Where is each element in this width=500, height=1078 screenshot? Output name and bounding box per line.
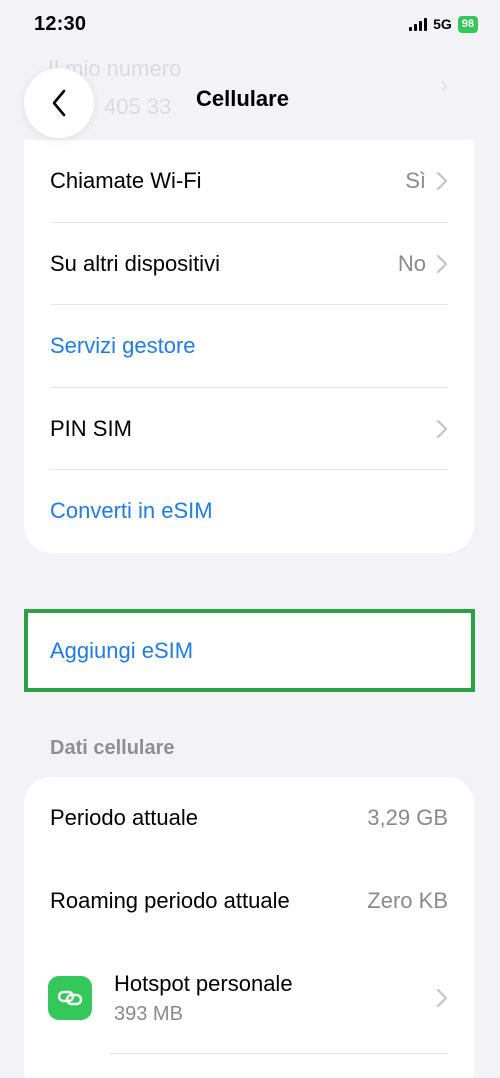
carrier-services-link[interactable]: Servizi gestore bbox=[50, 333, 448, 359]
cellular-signal-icon bbox=[409, 17, 428, 31]
ghost-chevron-icon: › bbox=[440, 72, 448, 97]
settings-group: Chiamate Wi-Fi Sì Su altri dispositivi N… bbox=[24, 140, 474, 553]
battery-level: 98 bbox=[461, 18, 474, 30]
page-title: Cellulare bbox=[196, 86, 289, 111]
row-convert-esim[interactable]: Converti in eSIM bbox=[24, 470, 474, 553]
row-sim-pin[interactable]: PIN SIM bbox=[24, 388, 474, 470]
row-other-devices[interactable]: Su altri dispositivi No bbox=[24, 223, 474, 305]
hotspot-text: Hotspot personale 393 MB bbox=[114, 971, 436, 1026]
row-current-period: Periodo attuale 3,29 GB bbox=[24, 777, 474, 860]
row-label: Roaming periodo attuale bbox=[50, 887, 290, 913]
row-value: 3,29 GB bbox=[367, 805, 448, 831]
hotspot-label: Hotspot personale bbox=[114, 970, 293, 996]
chevron-right-icon bbox=[436, 419, 448, 438]
row-label: Periodo attuale bbox=[50, 805, 198, 831]
status-bar: 12:30 5G 98 bbox=[0, 0, 500, 60]
chevron-right-icon bbox=[436, 172, 448, 191]
row-add-esim[interactable]: Aggiungi eSIM bbox=[24, 611, 474, 691]
row-personal-hotspot[interactable]: Hotspot personale 393 MB bbox=[24, 942, 474, 1054]
battery-icon: 98 bbox=[457, 15, 478, 33]
hotspot-icon bbox=[48, 976, 92, 1020]
row-label: PIN SIM bbox=[50, 415, 132, 441]
chevron-right-icon bbox=[436, 988, 448, 1008]
row-value: Sì bbox=[405, 168, 426, 194]
convert-esim-link[interactable]: Converti in eSIM bbox=[50, 498, 448, 524]
status-time: 12:30 bbox=[34, 12, 87, 35]
back-button[interactable] bbox=[24, 68, 94, 138]
row-label: Su altri dispositivi bbox=[50, 250, 220, 276]
hotspot-usage: 393 MB bbox=[114, 1002, 183, 1025]
add-esim-link[interactable]: Aggiungi eSIM bbox=[50, 638, 448, 664]
chevron-right-icon bbox=[436, 254, 448, 273]
row-value: Zero KB bbox=[367, 887, 448, 913]
row-label: Chiamate Wi-Fi bbox=[50, 168, 202, 194]
link-icon bbox=[57, 990, 83, 1006]
divider bbox=[110, 1053, 448, 1054]
add-esim-group: Aggiungi eSIM bbox=[24, 611, 474, 691]
section-header-cellular-data: Dati cellulare bbox=[50, 737, 175, 759]
row-roaming-period: Roaming periodo attuale Zero KB bbox=[24, 860, 474, 943]
status-indicators: 5G 98 bbox=[409, 15, 478, 33]
network-type: 5G bbox=[433, 16, 452, 32]
row-wifi-calling[interactable]: Chiamate Wi-Fi Sì bbox=[24, 140, 474, 223]
cellular-data-group: Periodo attuale 3,29 GB Roaming periodo … bbox=[24, 777, 474, 1078]
chevron-left-icon bbox=[52, 89, 66, 117]
row-carrier-services[interactable]: Servizi gestore bbox=[24, 305, 474, 388]
row-value: No bbox=[397, 250, 426, 276]
